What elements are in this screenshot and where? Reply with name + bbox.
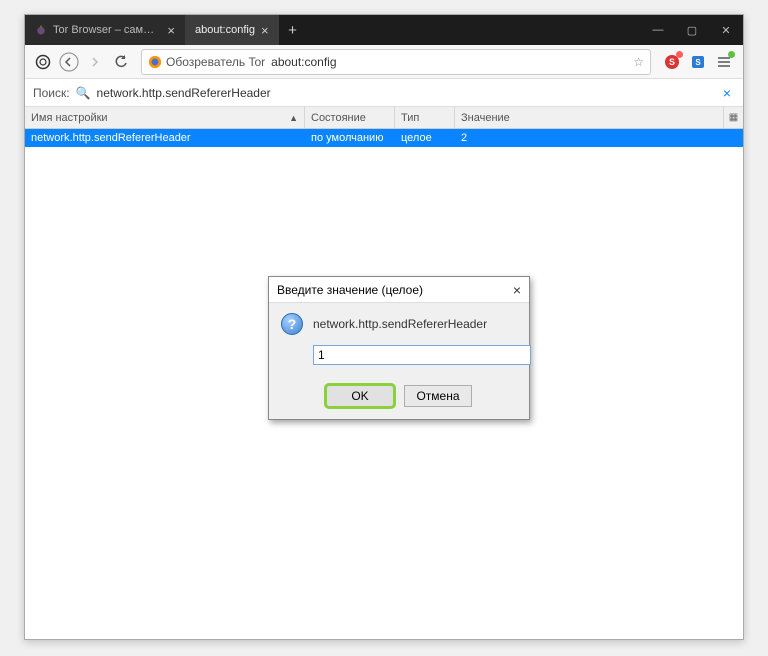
cancel-button[interactable]: Отмена [404,385,472,407]
notification-badge [728,51,735,58]
toolbar-extensions: S S [659,53,737,71]
firefox-icon [148,55,162,69]
menu-icon[interactable] [715,53,733,71]
identity-box[interactable]: Обозреватель Tor [148,55,265,69]
forward-button[interactable] [83,50,107,74]
back-button[interactable] [57,50,81,74]
window-controls: — ▢ ✕ [641,15,743,45]
tab-label: about:config [195,24,255,36]
search-input[interactable] [97,86,713,100]
clear-search-icon[interactable]: × [719,85,735,101]
url-text: about:config [271,55,336,69]
column-picker-icon[interactable]: ▦ [723,107,743,128]
column-type[interactable]: Тип [395,107,455,128]
address-bar[interactable]: Обозреватель Tor about:config ☆ [141,49,651,75]
svg-text:S: S [695,58,701,67]
column-state[interactable]: Состояние [305,107,395,128]
maximize-button[interactable]: ▢ [675,15,709,45]
tab-label: Tor Browser – самый защище [53,24,161,36]
navigation-toolbar: Обозреватель Tor about:config ☆ S S [25,45,743,79]
dialog-pref-name: network.http.sendRefererHeader [313,317,487,331]
pref-type-cell: целое [395,129,455,147]
close-icon[interactable]: × [167,23,175,38]
close-icon[interactable]: × [261,23,269,38]
dialog-title: Введите значение (целое) [277,283,423,297]
dialog-body: ? network.http.sendRefererHeader [269,303,529,375]
notification-badge [676,51,683,58]
reload-button[interactable] [109,50,133,74]
svg-text:S: S [669,57,675,67]
search-label: Поиск: [33,86,70,100]
search-icon: 🔍 [76,86,91,100]
value-input[interactable] [313,345,531,365]
titlebar: Tor Browser – самый защище × about:confi… [25,15,743,45]
bookmark-star-icon[interactable]: ☆ [633,55,644,69]
identity-label: Обозреватель Tor [166,55,265,69]
table-row[interactable]: network.http.sendRefererHeader по умолча… [25,129,743,147]
tab-about-config[interactable]: about:config × [185,15,279,45]
close-window-button[interactable]: ✕ [709,15,743,45]
sort-indicator-icon: ▲ [289,113,298,123]
ok-button[interactable]: OK [326,385,394,407]
column-name[interactable]: Имя настройки ▲ [25,107,305,128]
question-icon: ? [281,313,303,335]
onion-icon [35,24,47,36]
pref-name-cell: network.http.sendRefererHeader [25,129,305,147]
config-search-bar: Поиск: 🔍 × [25,79,743,107]
https-everywhere-icon[interactable]: S [689,53,707,71]
noscript-icon[interactable]: S [663,53,681,71]
minimize-button[interactable]: — [641,15,675,45]
value-prompt-dialog: Введите значение (целое) × ? network.htt… [268,276,530,420]
pref-value-cell: 2 [455,129,743,147]
tab-tor-browser[interactable]: Tor Browser – самый защище × [25,15,185,45]
dialog-titlebar: Введите значение (целое) × [269,277,529,303]
pref-state-cell: по умолчанию [305,129,395,147]
close-icon[interactable]: × [513,282,521,298]
dialog-buttons: OK Отмена [269,375,529,419]
tor-circuit-icon[interactable] [31,50,55,74]
column-value[interactable]: Значение [455,107,723,128]
config-table-header: Имя настройки ▲ Состояние Тип Значение ▦ [25,107,743,129]
new-tab-button[interactable]: + [279,15,307,45]
